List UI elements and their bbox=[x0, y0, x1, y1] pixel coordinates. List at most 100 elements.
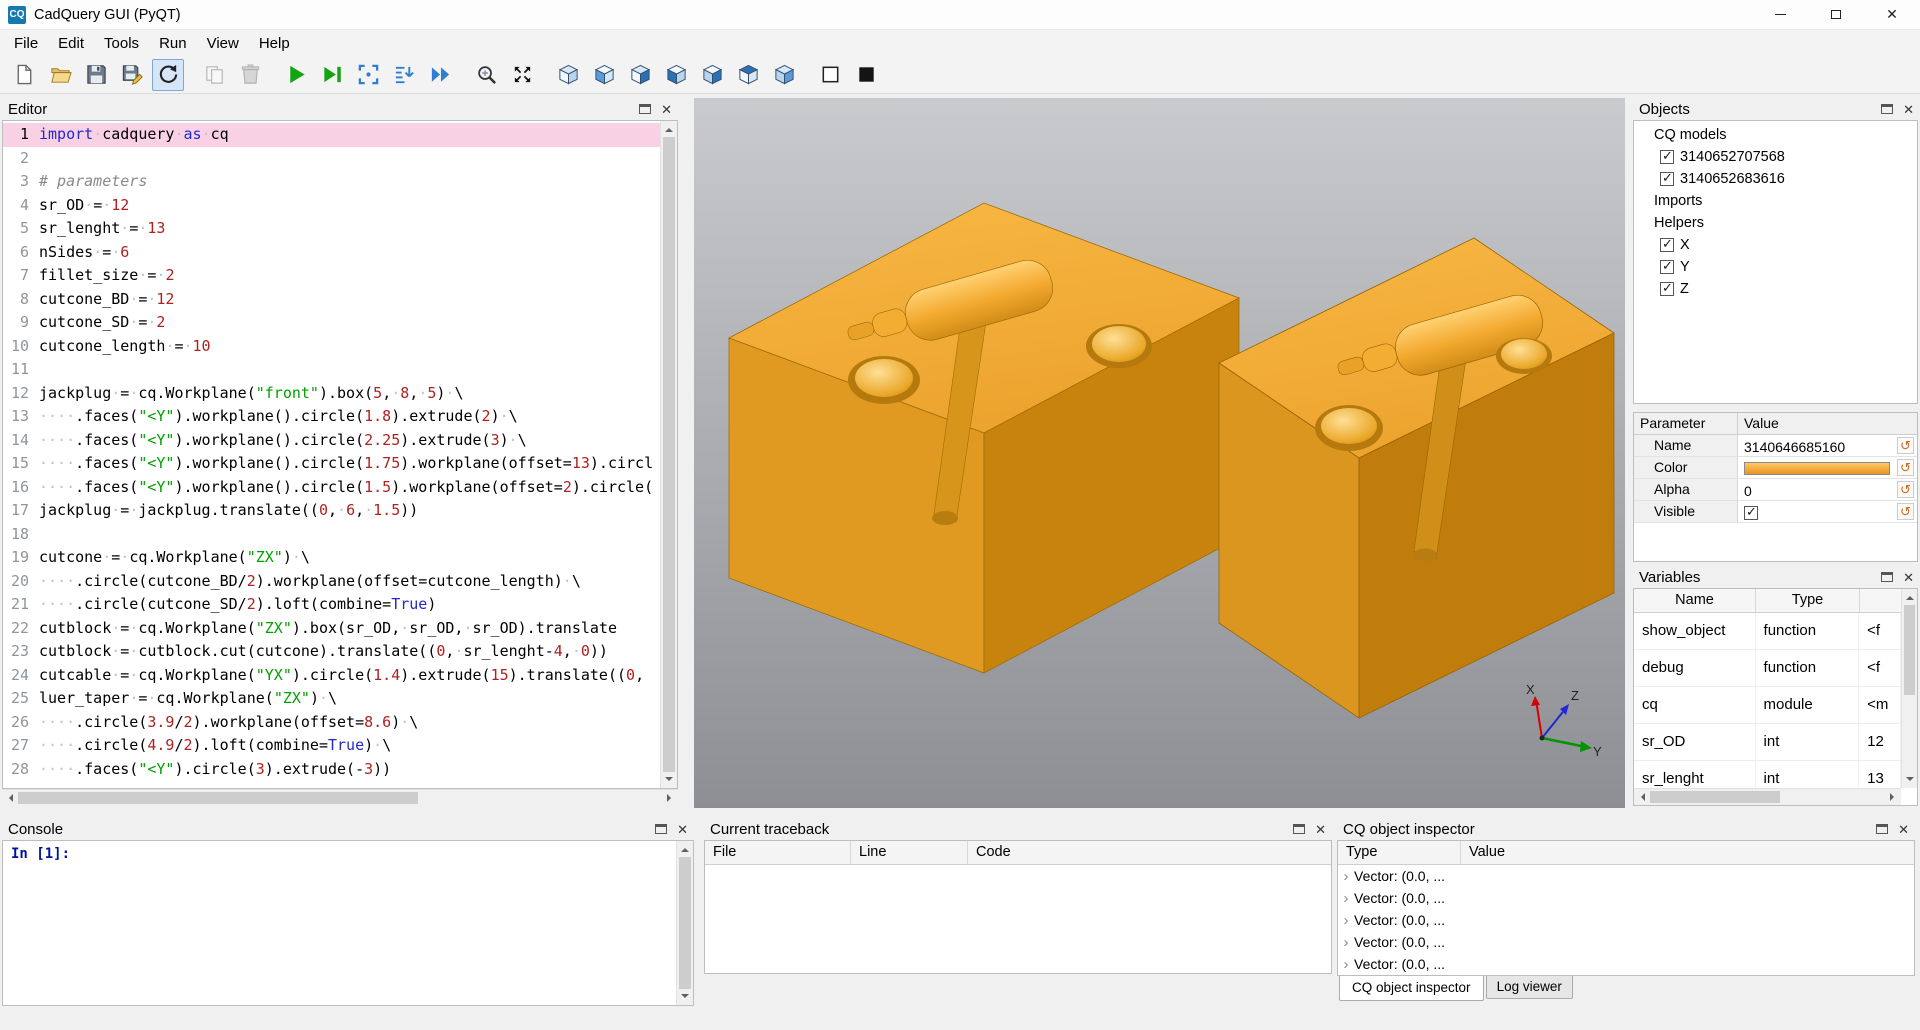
checkbox[interactable] bbox=[1660, 150, 1674, 164]
traceback-float-panel-button[interactable] bbox=[1293, 824, 1305, 834]
reset-icon[interactable]: ↺ bbox=[1897, 481, 1914, 498]
scrollbar-thumb[interactable] bbox=[679, 857, 691, 989]
scroll-up-arrow-icon[interactable] bbox=[665, 124, 673, 132]
tree-item-imports[interactable]: Imports bbox=[1634, 190, 1917, 212]
property-row-alpha[interactable]: Alpha0↺ bbox=[1634, 479, 1917, 501]
property-row-visible[interactable]: Visible↺ bbox=[1634, 501, 1917, 523]
tree-item-cq-models[interactable]: CQ models bbox=[1634, 124, 1917, 146]
iso-view-button[interactable] bbox=[552, 59, 584, 91]
tab-log-viewer[interactable]: Log viewer bbox=[1486, 976, 1573, 999]
code-line-14[interactable]: 14····.faces("<Y").workplane().circle(2.… bbox=[3, 429, 660, 453]
step-over-button[interactable] bbox=[352, 59, 384, 91]
autoreload-button[interactable] bbox=[152, 59, 184, 91]
code-line-23[interactable]: 23cutblock·=·cutblock.cut(cutcone).trans… bbox=[3, 640, 660, 664]
chevron-right-icon[interactable]: › bbox=[1338, 912, 1354, 929]
minimize-button[interactable] bbox=[1752, 0, 1808, 30]
reset-icon[interactable]: ↺ bbox=[1897, 503, 1914, 520]
traceback-close-panel-button[interactable]: ✕ bbox=[1315, 823, 1326, 836]
code-line-7[interactable]: 7fillet_size·=·2 bbox=[3, 264, 660, 288]
tree-item-y[interactable]: Y bbox=[1634, 256, 1917, 278]
checkbox[interactable] bbox=[1660, 172, 1674, 186]
property-row-color[interactable]: Color↺ bbox=[1634, 457, 1917, 479]
variable-row-cq[interactable]: cqmodule<m bbox=[1634, 687, 1901, 724]
scroll-up-arrow-icon[interactable] bbox=[1906, 592, 1914, 600]
continue-button[interactable] bbox=[424, 59, 456, 91]
tab-cq-object-inspector[interactable]: CQ object inspector bbox=[1339, 976, 1484, 1001]
inspector-row-3[interactable]: ›Vector: (0.0, ... bbox=[1338, 931, 1914, 953]
inspector-row-1[interactable]: ›Vector: (0.0, ... bbox=[1338, 887, 1914, 909]
bottom-view-button[interactable] bbox=[768, 59, 800, 91]
variables-close-panel-button[interactable]: ✕ bbox=[1903, 571, 1914, 584]
scrollbar-thumb[interactable] bbox=[1904, 605, 1915, 695]
code-line-1[interactable]: 1import·cadquery·as·cq bbox=[3, 123, 660, 147]
save-script-button[interactable] bbox=[80, 59, 112, 91]
objects-close-panel-button[interactable]: ✕ bbox=[1903, 103, 1914, 116]
inspector-close-panel-button[interactable]: ✕ bbox=[1898, 823, 1909, 836]
code-line-11[interactable]: 11 bbox=[3, 358, 660, 382]
reset-icon[interactable]: ↺ bbox=[1897, 437, 1914, 454]
code-line-4[interactable]: 4sr_OD·=·12 bbox=[3, 194, 660, 218]
maximize-button[interactable] bbox=[1808, 0, 1864, 30]
top-view-button[interactable] bbox=[732, 59, 764, 91]
color-swatch[interactable] bbox=[1744, 462, 1890, 475]
menu-item-edit[interactable]: Edit bbox=[48, 32, 94, 55]
scroll-right-arrow-icon[interactable] bbox=[1890, 793, 1898, 801]
checkbox[interactable] bbox=[1744, 506, 1758, 520]
right-view-button[interactable] bbox=[696, 59, 728, 91]
scroll-left-arrow-icon[interactable] bbox=[5, 794, 13, 802]
variable-row-show_object[interactable]: show_objectfunction<f bbox=[1634, 613, 1901, 650]
editor-close-panel-button[interactable]: ✕ bbox=[661, 103, 672, 116]
scroll-down-arrow-icon[interactable] bbox=[1906, 777, 1914, 785]
code-line-2[interactable]: 2 bbox=[3, 147, 660, 171]
close-window-button[interactable]: ✕ bbox=[1864, 0, 1920, 30]
step-into-button[interactable] bbox=[388, 59, 420, 91]
code-line-6[interactable]: 6nSides·=·6 bbox=[3, 241, 660, 265]
save-script-as-button[interactable] bbox=[116, 59, 148, 91]
code-line-21[interactable]: 21····.circle(cutcone_SD/2).loft(combine… bbox=[3, 593, 660, 617]
code-line-28[interactable]: 28····.faces("<Y").circle(3).extrude(-3)… bbox=[3, 758, 660, 782]
scroll-right-arrow-icon[interactable] bbox=[667, 794, 675, 802]
scroll-left-arrow-icon[interactable] bbox=[1637, 793, 1645, 801]
code-line-9[interactable]: 9cutcone_SD·=·2 bbox=[3, 311, 660, 335]
variables-float-panel-button[interactable] bbox=[1881, 572, 1893, 582]
editor-float-panel-button[interactable] bbox=[639, 104, 651, 114]
code-line-16[interactable]: 16····.faces("<Y").workplane().circle(1.… bbox=[3, 476, 660, 500]
menu-item-help[interactable]: Help bbox=[249, 32, 300, 55]
chevron-right-icon[interactable]: › bbox=[1338, 956, 1354, 973]
menu-item-view[interactable]: View bbox=[197, 32, 249, 55]
scrollbar-thumb[interactable] bbox=[18, 792, 418, 804]
scrollbar-thumb[interactable] bbox=[663, 137, 675, 772]
variable-row-debug[interactable]: debugfunction<f bbox=[1634, 650, 1901, 687]
chevron-right-icon[interactable]: › bbox=[1338, 934, 1354, 951]
code-line-17[interactable]: 17jackplug·=·jackplug.translate((0,·6,·1… bbox=[3, 499, 660, 523]
copy-button[interactable] bbox=[198, 59, 230, 91]
code-line-10[interactable]: 10cutcone_length·=·10 bbox=[3, 335, 660, 359]
code-editor[interactable]: 1import·cadquery·as·cq23# parameters4sr_… bbox=[2, 120, 678, 789]
debug-button[interactable] bbox=[316, 59, 348, 91]
code-line-13[interactable]: 13····.faces("<Y").workplane().circle(1.… bbox=[3, 405, 660, 429]
console-area[interactable]: In [1]: bbox=[2, 840, 694, 1006]
scroll-up-arrow-icon[interactable] bbox=[681, 844, 689, 852]
code-line-15[interactable]: 15····.faces("<Y").workplane().circle(1.… bbox=[3, 452, 660, 476]
console-float-panel-button[interactable] bbox=[655, 824, 667, 834]
code-line-26[interactable]: 26····.circle(3.9/2).workplane(offset=8.… bbox=[3, 711, 660, 735]
menu-item-file[interactable]: File bbox=[4, 32, 48, 55]
inspector-row-0[interactable]: ›Vector: (0.0, ... bbox=[1338, 865, 1914, 887]
scroll-down-arrow-icon[interactable] bbox=[681, 994, 689, 1002]
left-view-button[interactable] bbox=[660, 59, 692, 91]
code-line-8[interactable]: 8cutcone_BD·=·12 bbox=[3, 288, 660, 312]
code-line-20[interactable]: 20····.circle(cutcone_BD/2).workplane(of… bbox=[3, 570, 660, 594]
code-line-22[interactable]: 22cutblock·=·cq.Workplane("ZX").box(sr_O… bbox=[3, 617, 660, 641]
console-vertical-scrollbar[interactable] bbox=[676, 841, 693, 1005]
wireframe-button[interactable] bbox=[814, 59, 846, 91]
chevron-right-icon[interactable]: › bbox=[1338, 890, 1354, 907]
code-line-25[interactable]: 25luer_taper·=·cq.Workplane("ZX")·\ bbox=[3, 687, 660, 711]
checkbox[interactable] bbox=[1660, 260, 1674, 274]
viewport-3d[interactable]: X Z Y bbox=[694, 98, 1625, 808]
objects-float-panel-button[interactable] bbox=[1881, 104, 1893, 114]
code-line-27[interactable]: 27····.circle(4.9/2).loft(combine=True)·… bbox=[3, 734, 660, 758]
inspector-row-4[interactable]: ›Vector: (0.0, ... bbox=[1338, 953, 1914, 975]
inspector-row-2[interactable]: ›Vector: (0.0, ... bbox=[1338, 909, 1914, 931]
viewport-canvas[interactable]: X Z Y bbox=[694, 98, 1625, 808]
open-script-button[interactable] bbox=[44, 59, 76, 91]
